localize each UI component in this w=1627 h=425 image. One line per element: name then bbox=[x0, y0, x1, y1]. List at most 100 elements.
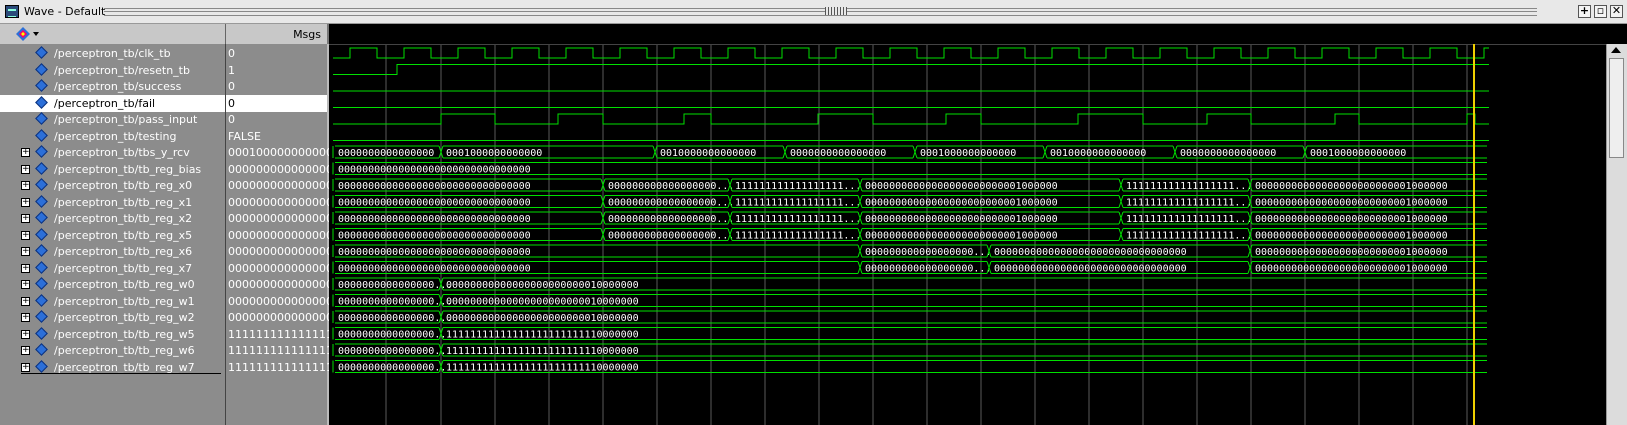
signal-name: /perceptron_tb/tb_reg_x0 bbox=[54, 179, 193, 192]
signal-value-row[interactable]: 0 bbox=[226, 78, 327, 95]
scrollbar-thumb[interactable] bbox=[1609, 58, 1624, 158]
signal-diamond-icon bbox=[35, 62, 48, 76]
tbs-y-rcv-bus-value-label: 0010000000000000 bbox=[660, 148, 756, 159]
signal-value-row[interactable]: 0 bbox=[226, 45, 327, 62]
tb-reg-x-bus-value-label: 00000000000000000000000001000000 bbox=[1255, 198, 1448, 209]
signal-diamond-icon bbox=[35, 178, 48, 191]
signal-value-row[interactable]: 000000000000000... bbox=[226, 210, 343, 227]
signal-value: 000000000000000... bbox=[228, 162, 344, 176]
signal-value: 0 bbox=[228, 47, 235, 60]
tb-reg-x-bus-value-label: 00000000000000000000000001000000 bbox=[1255, 264, 1448, 275]
wave-top-border bbox=[329, 44, 1606, 45]
tbs-y-rcv-bus-value-label: 0000000000000000 bbox=[1180, 148, 1276, 159]
signal-row[interactable]: + /perceptron_tb/tb_reg_x1 bbox=[0, 194, 225, 211]
signal-row[interactable]: + /perceptron_tb/tb_reg_x5 bbox=[0, 227, 225, 244]
signal-row[interactable]: + /perceptron_tb/tb_reg_x0 bbox=[0, 177, 225, 194]
signal-name: /perceptron_tb/tb_reg_x2 bbox=[54, 212, 193, 225]
signal-value-row[interactable]: 000000000000000... bbox=[226, 243, 343, 260]
zoom-in-icon[interactable]: + bbox=[1578, 5, 1591, 18]
signal-row[interactable]: /perceptron_tb/testing bbox=[0, 128, 225, 145]
signal-value-row[interactable]: FALSE bbox=[226, 128, 327, 145]
drag-handle-icon[interactable] bbox=[825, 7, 847, 15]
signal-value-row[interactable]: 111111111111111... bbox=[226, 359, 343, 376]
signal-diamond-icon bbox=[35, 46, 48, 59]
signal-row[interactable]: + /perceptron_tb/tb_reg_w5 bbox=[0, 326, 225, 343]
wave-toolbar-icon[interactable] bbox=[16, 27, 30, 41]
signal-row[interactable]: + /perceptron_tb/tb_reg_w0 bbox=[0, 276, 225, 293]
expand-icon[interactable]: + bbox=[21, 346, 30, 355]
expand-icon[interactable]: + bbox=[21, 148, 30, 157]
signal-row[interactable]: /perceptron_tb/success bbox=[0, 78, 225, 95]
signal-diamond-icon bbox=[35, 112, 48, 125]
tb-reg-w-bus-value-label: 00000000000000000000000010000000 bbox=[446, 313, 639, 324]
signal-name: /perceptron_tb/tb_reg_x5 bbox=[54, 228, 193, 242]
waveform-canvas[interactable]: 0000000000000000 0001000000000000 00100000… bbox=[329, 44, 1606, 425]
tb-reg-w-bus-value-label: 0000000000000000... bbox=[338, 313, 452, 324]
tb-reg-x-bus-value-label: 000000000000000000... bbox=[608, 231, 734, 242]
signal-value-row[interactable]: 000000000000000... bbox=[226, 309, 343, 326]
signal-value: 000000000000000... bbox=[228, 195, 344, 209]
tb-reg-w-bus-value-label: 0000000000000000... bbox=[338, 280, 452, 291]
close-icon[interactable]: ✕ bbox=[1610, 5, 1623, 18]
expand-icon[interactable]: + bbox=[21, 280, 30, 289]
signal-value-row[interactable]: 111111111111111... bbox=[226, 342, 343, 359]
tb-reg-w-bus-value-label: 0000000000000000... bbox=[338, 330, 452, 341]
signal-value: 0 bbox=[228, 96, 235, 110]
signal-row[interactable]: + /perceptron_tb/tb_reg_x2 bbox=[0, 210, 225, 227]
signal-diamond-icon bbox=[35, 310, 48, 323]
signal-row[interactable]: /perceptron_tb/fail bbox=[0, 94, 225, 112]
signal-name: /perceptron_tb/clk_tb bbox=[54, 47, 171, 60]
expand-icon[interactable]: + bbox=[21, 164, 30, 174]
signal-row[interactable]: /perceptron_tb/resetn_tb bbox=[0, 62, 225, 79]
signal-row[interactable]: + /perceptron_tb/tb_reg_bias bbox=[0, 161, 225, 178]
waveform-pane[interactable]: 0000000000000000 0001000000000000 00100000… bbox=[329, 44, 1606, 425]
signal-value-row[interactable]: 0001000000000000 bbox=[226, 144, 340, 161]
signal-value-row[interactable]: 0 bbox=[226, 94, 327, 112]
signal-value-row[interactable]: 000000000000000... bbox=[226, 276, 343, 293]
tb-reg-x-bus-value-label: 00000000000000000000000000000000 bbox=[338, 181, 531, 192]
signal-row[interactable]: + /perceptron_tb/tb_reg_w2 bbox=[0, 309, 225, 326]
signal-value-row[interactable]: 111111111111111... bbox=[226, 326, 343, 343]
vertical-scrollbar[interactable] bbox=[1606, 44, 1627, 425]
tb-reg-w-bus-value-label: 0000000000000000... bbox=[338, 363, 452, 374]
signal-row[interactable]: + /perceptron_tb/tbs_y_rcv bbox=[0, 144, 225, 161]
titlebar-grip[interactable] bbox=[104, 8, 1537, 16]
signal-row[interactable]: + /perceptron_tb/tb_reg_w6 bbox=[0, 342, 225, 359]
signal-value-row[interactable]: 000000000000000... bbox=[226, 260, 343, 277]
expand-icon[interactable]: + bbox=[21, 296, 30, 306]
signal-name: /perceptron_tb/tb_reg_bias bbox=[54, 162, 202, 176]
signal-row[interactable]: /perceptron_tb/pass_input bbox=[0, 111, 225, 128]
expand-icon[interactable]: + bbox=[21, 197, 30, 207]
expand-icon[interactable]: + bbox=[21, 362, 30, 372]
chevron-down-icon[interactable] bbox=[33, 32, 39, 36]
expand-icon[interactable]: + bbox=[21, 329, 30, 339]
signal-value-row[interactable]: 0 bbox=[226, 111, 327, 128]
signal-name: /perceptron_tb/tb_reg_w6 bbox=[54, 344, 195, 357]
signal-row[interactable]: + /perceptron_tb/tb_reg_w1 bbox=[0, 293, 225, 310]
signal-name: /perceptron_tb/tb_reg_w1 bbox=[54, 294, 195, 308]
tb-reg-x-bus-value-label: 00000000000000000000000001000000 bbox=[1255, 181, 1448, 192]
signal-value-row[interactable]: 000000000000000... bbox=[226, 161, 343, 178]
expand-icon[interactable]: + bbox=[21, 263, 30, 273]
tb-reg-x-bus-value-label: 00000000000000000000000001000000 bbox=[1255, 231, 1448, 242]
expand-icon[interactable]: + bbox=[21, 230, 30, 240]
undock-icon[interactable]: ▫ bbox=[1594, 5, 1607, 18]
signal-diamond-icon bbox=[35, 260, 48, 274]
signal-value-row[interactable]: 1 bbox=[226, 62, 327, 79]
tb-reg-x-bus-value-label: 000000000000000000... bbox=[865, 264, 991, 275]
signal-row[interactable]: /perceptron_tb/clk_tb bbox=[0, 45, 225, 62]
signal-value: 000000000000000... bbox=[228, 179, 344, 192]
expand-icon[interactable]: + bbox=[21, 181, 30, 190]
expand-icon[interactable]: + bbox=[21, 214, 30, 223]
signal-row[interactable]: + /perceptron_tb/tb_reg_x7 bbox=[0, 260, 225, 277]
signal-value-row[interactable]: 000000000000000... bbox=[226, 177, 343, 194]
signal-value-row[interactable]: 000000000000000... bbox=[226, 194, 343, 211]
signal-name: /perceptron_tb/tbs_y_rcv bbox=[54, 146, 190, 159]
scroll-up-icon[interactable] bbox=[1611, 47, 1621, 53]
signal-value-row[interactable]: 000000000000000... bbox=[226, 293, 343, 310]
signal-value-row[interactable]: 000000000000000... bbox=[226, 227, 343, 244]
signal-row[interactable]: + /perceptron_tb/tb_reg_x6 bbox=[0, 243, 225, 260]
expand-icon[interactable]: + bbox=[21, 313, 30, 322]
expand-icon[interactable]: + bbox=[21, 247, 30, 256]
signal-value: 000000000000000... bbox=[228, 212, 344, 225]
